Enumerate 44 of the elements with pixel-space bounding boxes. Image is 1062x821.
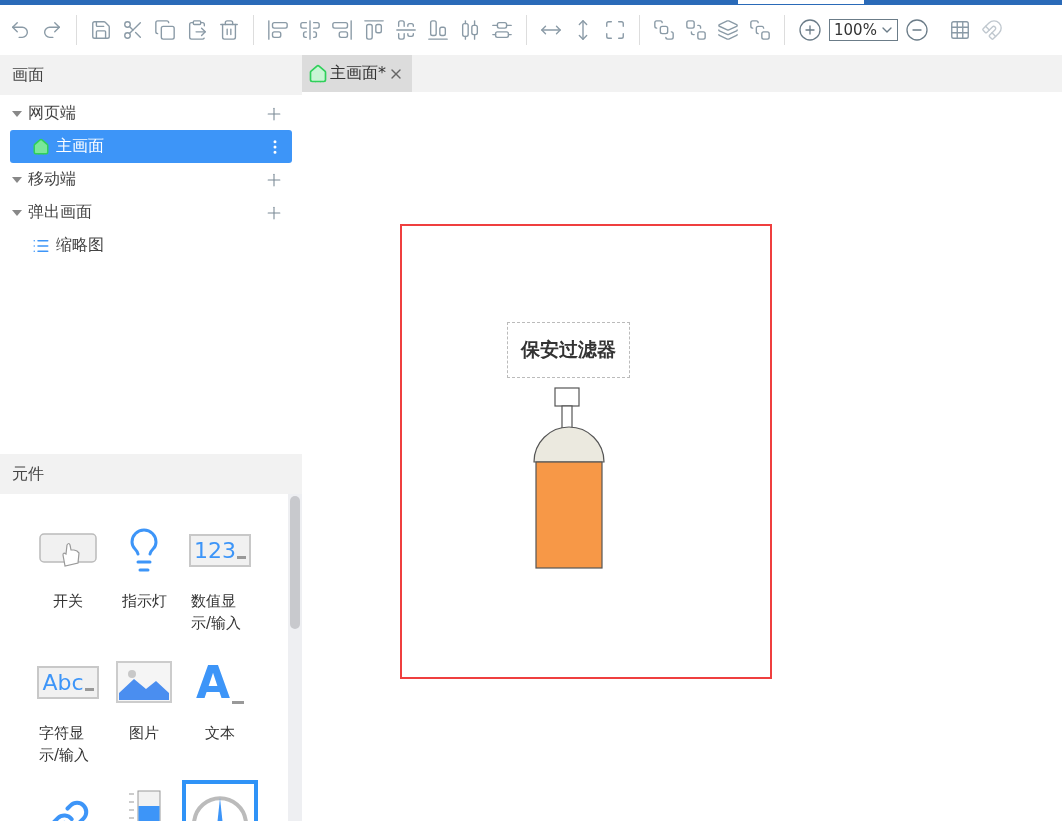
panel-title: 元件: [0, 454, 302, 494]
copy-icon[interactable]: [154, 19, 176, 41]
layer-up-icon[interactable]: [717, 19, 739, 41]
text-field-icon: Abc: [37, 665, 99, 699]
tree-item[interactable]: 弹出画面: [10, 196, 292, 229]
component-item[interactable]: 图片: [106, 648, 182, 770]
component-label: 字符显示/输入: [38, 723, 91, 766]
component-label: 图片: [128, 723, 160, 744]
component-label: 文本: [204, 723, 236, 744]
paste-icon[interactable]: [186, 19, 208, 41]
hand-button-icon: [39, 533, 97, 567]
component-item[interactable]: A 文本: [182, 648, 258, 770]
tree-item[interactable]: 缩略图: [10, 229, 292, 262]
image-icon: [116, 661, 172, 703]
align-right-icon[interactable]: [331, 19, 353, 41]
home-icon: [308, 63, 328, 84]
component-item[interactable]: 开关: [30, 516, 106, 638]
component-label: 开关: [52, 591, 84, 612]
zoom-select[interactable]: 100%: [829, 19, 898, 41]
component-item[interactable]: 123 数值显示/输入: [182, 516, 258, 638]
editor-tab[interactable]: 主画面*: [302, 55, 412, 92]
tree-item[interactable]: 网页端: [10, 97, 292, 130]
align-bottom-icon[interactable]: [427, 19, 449, 41]
home-icon: [32, 137, 50, 156]
distribute-vertical-icon[interactable]: [491, 19, 513, 41]
number-field-icon: 123: [189, 533, 251, 567]
canvas-label: 保安过滤器: [507, 322, 630, 378]
component-item[interactable]: 指示灯: [106, 516, 182, 638]
component-item[interactable]: Abc 字符显示/输入: [30, 648, 106, 770]
scrollbar[interactable]: [288, 494, 302, 821]
undo-icon[interactable]: [9, 19, 31, 41]
align-top-icon[interactable]: [363, 19, 385, 41]
distribute-horizontal-icon[interactable]: [459, 19, 481, 41]
save-icon[interactable]: [90, 19, 112, 41]
component-label: 指示灯: [120, 591, 168, 612]
align-middle-icon[interactable]: [395, 19, 417, 41]
cut-icon[interactable]: [122, 19, 144, 41]
delete-icon[interactable]: [218, 19, 240, 41]
component-label: 数值显示/输入: [190, 591, 243, 634]
redo-icon[interactable]: [41, 19, 63, 41]
align-center-icon[interactable]: [299, 19, 321, 41]
tree-item[interactable]: 移动端: [10, 163, 292, 196]
align-left-icon[interactable]: [267, 19, 289, 41]
panel-title: 画面: [0, 55, 302, 95]
